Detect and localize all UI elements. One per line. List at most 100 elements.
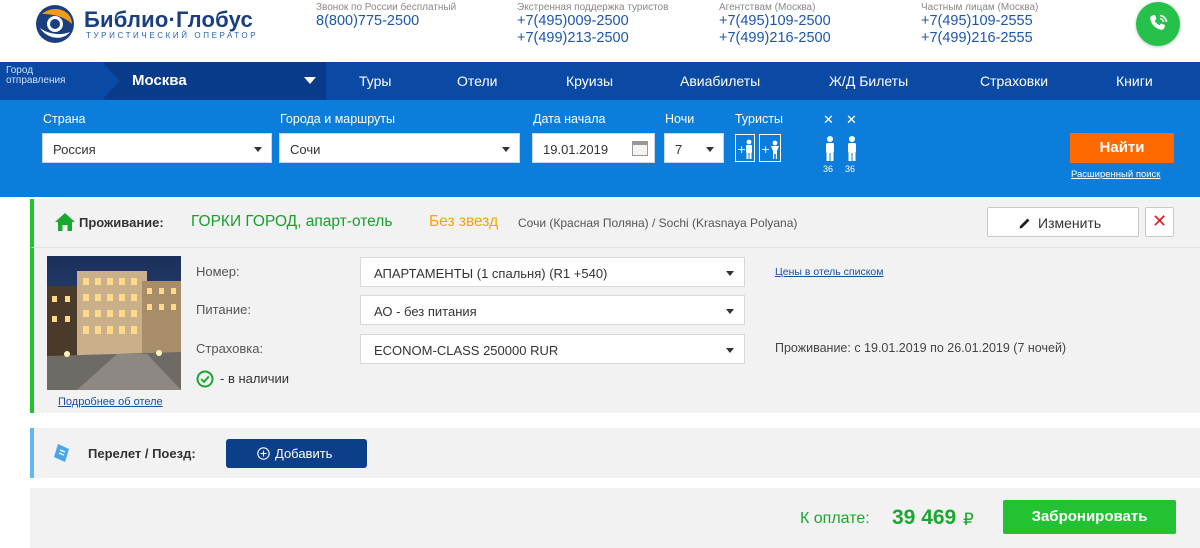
country-select[interactable]: Россия xyxy=(42,133,272,163)
contact-emergency-support: Экстренная поддержка туристов +7(495)009… xyxy=(517,2,668,47)
delete-button[interactable]: ✕ xyxy=(1145,207,1174,237)
contact-phone[interactable]: +7(499)213-2500 xyxy=(517,30,668,47)
hotel-location: Сочи (Красная Поляна) / Sochi (Krasnaya … xyxy=(518,216,798,230)
pencil-icon xyxy=(1019,218,1030,229)
hotel-photo[interactable] xyxy=(47,256,181,390)
contact-label: Частным лицам (Москва) xyxy=(921,2,1039,13)
payment-currency: ₽ xyxy=(963,510,974,529)
add-adult-button[interactable]: + xyxy=(735,134,755,162)
book-button[interactable]: Забронировать xyxy=(1003,500,1176,534)
edit-button[interactable]: Изменить xyxy=(987,207,1139,237)
hotel-photo-image xyxy=(47,256,181,390)
contact-label: Экстренная поддержка туристов xyxy=(517,2,669,13)
add-flight-button[interactable]: Добавить xyxy=(226,439,367,468)
contact-phone[interactable]: +7(495)109-2500 xyxy=(719,13,831,30)
departure-city-select[interactable]: Москва xyxy=(102,62,326,100)
logo-brand-text: Библио·Глобус xyxy=(84,7,253,32)
advanced-search-link[interactable]: Расширенный поиск xyxy=(1071,169,1160,180)
add-child-button[interactable]: + xyxy=(759,134,781,162)
adult-tourist-icon xyxy=(826,136,834,161)
hotel-name: ГОРКИ ГОРОД, апарт-отель xyxy=(191,213,393,230)
ticket-icon xyxy=(54,444,69,462)
chevron-down-icon xyxy=(304,77,316,84)
contact-phone[interactable]: 8(800)775-2500 xyxy=(316,13,456,30)
main-nav: Москва Туры Отели Круизы Авиабилеты Ж/Д … xyxy=(0,62,1200,100)
hotel-stars: Без звезд xyxy=(429,213,499,230)
contact-agencies: Агентствам (Москва) +7(495)109-2500 +7(4… xyxy=(719,2,831,47)
departure-city-label-line2: отправления xyxy=(6,75,66,86)
accommodation-label: Проживание: xyxy=(79,215,164,230)
nights-value: 7 xyxy=(675,142,683,157)
logo-subtitle: ТУРИСТИЧЕСКИЙ ОПЕРАТОР xyxy=(86,31,259,40)
nav-item-tours[interactable]: Туры xyxy=(359,73,391,89)
remove-tourist-1-icon[interactable]: ✕ xyxy=(823,112,834,128)
room-value: АПАРТАМЕНТЫ (1 спальня) (R1 +540) xyxy=(374,266,608,281)
calendar-icon[interactable] xyxy=(632,141,648,156)
hotel-details-link[interactable]: Подробнее об отеле xyxy=(58,396,163,408)
city-select[interactable]: Сочи xyxy=(279,133,520,163)
remove-tourist-2-icon[interactable]: ✕ xyxy=(846,112,857,128)
meal-label: Питание: xyxy=(196,302,251,317)
room-label: Номер: xyxy=(196,264,240,279)
country-label: Страна xyxy=(43,112,86,126)
chevron-down-icon xyxy=(254,147,262,152)
nights-select[interactable]: 7 xyxy=(664,133,724,163)
tourist-age: 36 xyxy=(823,164,834,174)
contact-phone[interactable]: +7(495)009-2500 xyxy=(517,13,668,30)
chevron-down-icon xyxy=(502,147,510,152)
callback-button[interactable] xyxy=(1136,2,1180,46)
edit-button-label: Изменить xyxy=(1038,215,1102,231)
chevron-down-icon xyxy=(726,309,734,314)
biblio-globus-logo[interactable]: Библио·Глобус ТУРИСТИЧЕСКИЙ ОПЕРАТОР xyxy=(34,4,274,44)
add-child-icon: + xyxy=(761,140,779,159)
country-value: Россия xyxy=(53,142,96,157)
home-icon xyxy=(55,213,75,231)
svg-text:+: + xyxy=(761,143,770,156)
payment-amount: 39 469 xyxy=(892,506,957,529)
availability-status: - в наличии xyxy=(196,370,316,388)
contact-phone[interactable]: +7(499)216-2500 xyxy=(719,30,831,47)
room-select[interactable]: АПАРТАМЕНТЫ (1 спальня) (R1 +540) xyxy=(360,257,745,287)
departure-city-value: Москва xyxy=(132,72,187,89)
nav-item-flights[interactable]: Авиабилеты xyxy=(680,73,760,89)
hotel-prices-list-link[interactable]: Цены в отель списком xyxy=(775,266,884,278)
close-icon: ✕ xyxy=(1151,211,1168,231)
contact-free-russia: Звонок по России бесплатный 8(800)775-25… xyxy=(316,2,456,30)
logo-mark-icon xyxy=(36,5,74,43)
tourist-age: 36 xyxy=(845,164,856,174)
find-button[interactable]: Найти xyxy=(1070,133,1174,163)
adult-tourist-icon xyxy=(848,136,856,161)
date-label: Дата начала xyxy=(533,112,606,126)
insurance-select[interactable]: ECONOM-CLASS 250000 RUR xyxy=(360,334,745,364)
nav-item-cruises[interactable]: Круизы xyxy=(566,73,613,89)
nav-item-books[interactable]: Книги xyxy=(1116,73,1153,89)
chevron-down-icon xyxy=(706,147,714,152)
contact-phone[interactable]: +7(499)216-2555 xyxy=(921,30,1038,47)
nights-label: Ночи xyxy=(665,112,695,126)
site-header: Библио·Глобус ТУРИСТИЧЕСКИЙ ОПЕРАТОР Зво… xyxy=(0,0,1200,60)
phone-call-icon xyxy=(1150,14,1168,30)
check-circle-icon xyxy=(196,370,214,388)
contact-phone[interactable]: +7(495)109-2555 xyxy=(921,13,1038,30)
contact-label: Агентствам (Москва) xyxy=(719,2,816,13)
tourists-label: Туристы xyxy=(735,112,783,126)
nav-item-railway[interactable]: Ж/Д Билеты xyxy=(829,73,908,89)
meal-value: АО - без питания xyxy=(374,304,477,319)
start-date-value: 19.01.2019 xyxy=(543,142,609,157)
insurance-value: ECONOM-CLASS 250000 RUR xyxy=(374,343,559,358)
nav-item-insurance[interactable]: Страховки xyxy=(980,73,1048,89)
add-flight-label: Добавить xyxy=(275,446,333,461)
insurance-label: Страховка: xyxy=(196,341,264,356)
nav-arrow-shape xyxy=(102,62,120,100)
plus-circle-icon xyxy=(257,447,270,460)
flight-train-section xyxy=(30,428,1200,478)
start-date-input[interactable]: 19.01.2019 xyxy=(532,133,655,163)
availability-text: - в наличии xyxy=(220,371,290,386)
contact-private: Частным лицам (Москва) +7(495)109-2555 +… xyxy=(921,2,1038,47)
cities-label: Города и маршруты xyxy=(280,112,395,126)
meal-select[interactable]: АО - без питания xyxy=(360,295,745,325)
nav-item-hotels[interactable]: Отели xyxy=(457,73,497,89)
stay-period: Проживание: с 19.01.2019 по 26.01.2019 (… xyxy=(775,341,1067,355)
chevron-down-icon xyxy=(726,348,734,353)
chevron-down-icon xyxy=(726,271,734,276)
